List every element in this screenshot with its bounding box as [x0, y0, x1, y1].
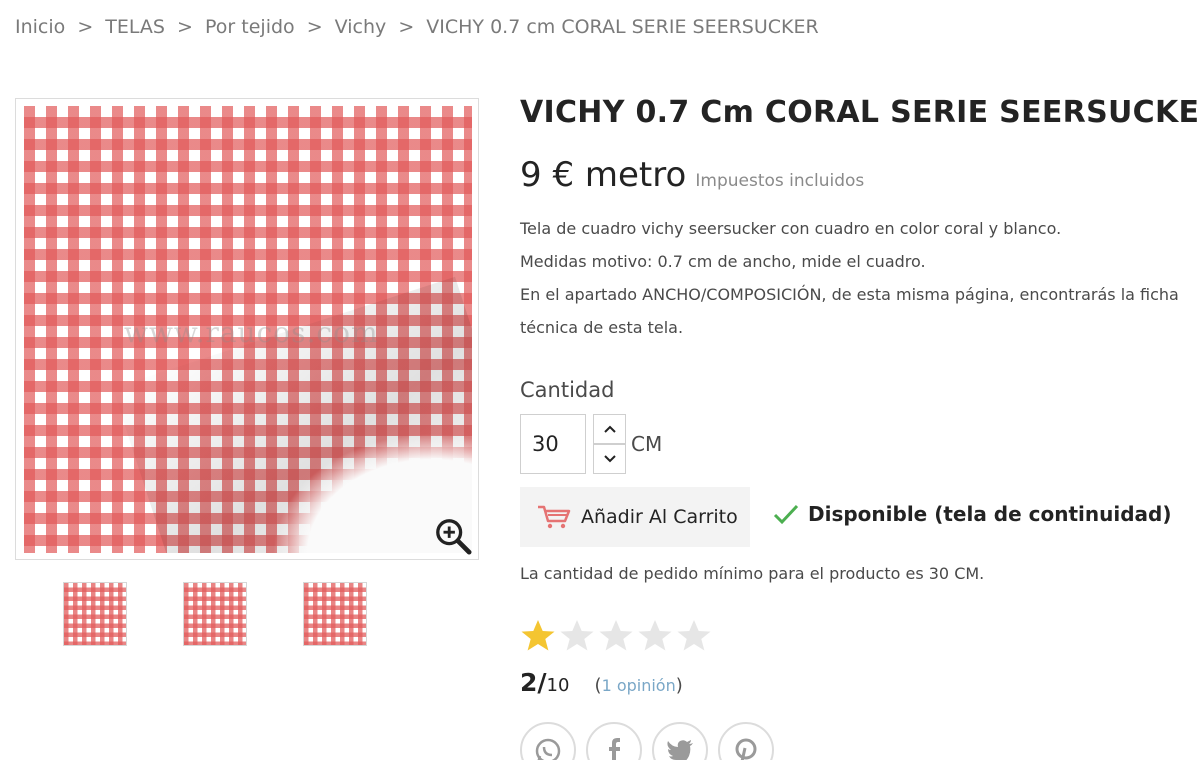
- rating-stars: [520, 618, 715, 654]
- reviews-link[interactable]: 1 opinión: [602, 676, 676, 695]
- breadcrumb-separator: >: [306, 16, 323, 38]
- availability-status: Disponible (tela de continuidad): [772, 502, 1172, 526]
- tax-label: Impuestos incluidos: [695, 171, 865, 191]
- thumbnail-1[interactable]: [63, 582, 127, 646]
- quantity-unit: CM: [631, 432, 663, 456]
- cart-icon: [538, 505, 571, 529]
- star-filled-icon[interactable]: [520, 618, 556, 654]
- image-watermark: www.raucos.com: [124, 316, 379, 349]
- rating-out-of: 10: [546, 675, 570, 696]
- availability-text: Disponible (tela de continuidad): [808, 502, 1172, 526]
- product-description: Tela de cuadro vichy seersucker con cuad…: [520, 212, 1180, 344]
- star-empty-icon[interactable]: [637, 618, 673, 654]
- social-share: [520, 722, 784, 760]
- zoom-in-icon[interactable]: [434, 517, 472, 555]
- paren-close: ): [675, 675, 683, 696]
- rating-score: 2/: [520, 668, 547, 697]
- breadcrumb-item-vichy[interactable]: Vichy: [335, 16, 387, 38]
- description-line: En el apartado ANCHO/COMPOSICIÓN, de est…: [520, 285, 1179, 337]
- star-empty-icon[interactable]: [676, 618, 712, 654]
- paren-open: (: [594, 675, 602, 696]
- star-empty-icon[interactable]: [598, 618, 634, 654]
- star-empty-icon[interactable]: [559, 618, 595, 654]
- quantity-increase-button[interactable]: [593, 414, 626, 444]
- breadcrumb-separator: >: [77, 16, 94, 38]
- description-line: Medidas motivo: 0.7 cm de ancho, mide el…: [520, 252, 926, 271]
- add-to-cart-label: Añadir Al Carrito: [581, 506, 738, 528]
- product-image-frame: www.raucos.com: [15, 98, 479, 560]
- share-pinterest-button[interactable]: [718, 722, 774, 760]
- breadcrumb-separator: >: [398, 16, 415, 38]
- product-main-image[interactable]: www.raucos.com: [24, 106, 472, 553]
- breadcrumb-item-telas[interactable]: TELAS: [105, 16, 165, 38]
- quantity-decrease-button[interactable]: [593, 444, 626, 474]
- quantity-input[interactable]: [520, 414, 586, 474]
- quantity-label: Cantidad: [520, 378, 615, 402]
- thumbnail-2[interactable]: [183, 582, 247, 646]
- reviews-count: (1 opinión): [595, 675, 683, 696]
- breadcrumb: Inicio > TELAS > Por tejido > Vichy > VI…: [15, 16, 819, 38]
- twitter-icon: [667, 740, 693, 760]
- breadcrumb-item-current: VICHY 0.7 cm CORAL SERIE SEERSUCKER: [426, 16, 819, 38]
- description-line: Tela de cuadro vichy seersucker con cuad…: [520, 219, 1062, 238]
- share-twitter-button[interactable]: [652, 722, 708, 760]
- breadcrumb-item-inicio[interactable]: Inicio: [15, 16, 65, 38]
- price-row: 9 € metro Impuestos incluidos: [520, 155, 864, 195]
- rating-summary: 2/10 (1 opinión): [520, 668, 683, 697]
- pinterest-icon: [735, 738, 757, 760]
- share-whatsapp-button[interactable]: [520, 722, 576, 760]
- share-facebook-button[interactable]: [586, 722, 642, 760]
- check-icon: [773, 504, 799, 525]
- minimum-quantity-note: La cantidad de pedido mínimo para el pro…: [520, 564, 985, 583]
- whatsapp-icon: [535, 738, 561, 760]
- product-title: VICHY 0.7 Cm CORAL SERIE SEERSUCKER: [520, 95, 1200, 130]
- breadcrumb-item-por-tejido[interactable]: Por tejido: [205, 16, 295, 38]
- product-price: 9 € metro: [520, 155, 687, 195]
- add-to-cart-button[interactable]: Añadir Al Carrito: [520, 487, 750, 547]
- facebook-icon: [609, 738, 620, 760]
- chevron-up-icon: [603, 425, 616, 433]
- breadcrumb-separator: >: [177, 16, 193, 38]
- thumbnail-3[interactable]: [303, 582, 367, 646]
- chevron-down-icon: [603, 455, 616, 463]
